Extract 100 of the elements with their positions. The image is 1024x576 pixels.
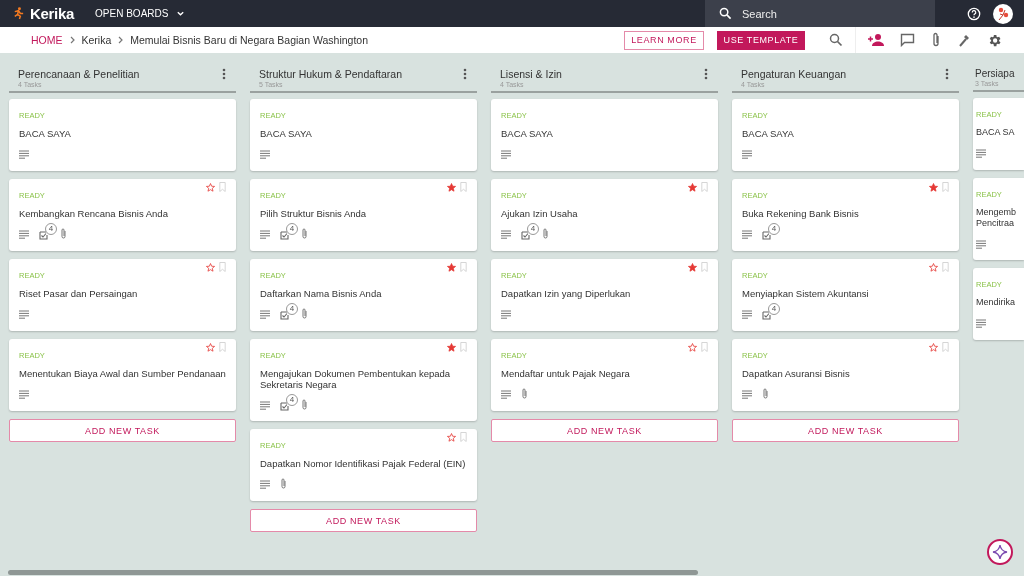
star-filled-icon[interactable] <box>688 262 697 272</box>
checklist-count: 4 <box>286 302 298 315</box>
description-icon <box>976 148 986 158</box>
description-icon <box>501 149 511 159</box>
add-task-button[interactable]: ADD NEW TASK <box>250 509 477 532</box>
star-outline-icon[interactable] <box>206 182 215 192</box>
more-options-icon[interactable] <box>463 68 467 80</box>
attachment-icon <box>542 228 549 240</box>
search-icon <box>719 7 732 20</box>
checklist-icon <box>39 228 50 240</box>
chevron-down-icon <box>176 9 186 18</box>
search-icon[interactable] <box>829 33 843 47</box>
task-title: BACA SAYA <box>19 128 72 139</box>
chevron-right-icon <box>117 36 125 44</box>
task-title: BACA SAYA <box>742 128 795 139</box>
attachment-icon <box>280 478 287 490</box>
description-icon <box>742 309 752 319</box>
checklist-icon <box>521 228 532 240</box>
use-template-button[interactable]: USE TEMPLATE <box>717 30 805 50</box>
add-task-button[interactable]: ADD NEW TASK <box>491 419 718 442</box>
star-filled-icon[interactable] <box>447 262 456 272</box>
task-title: Daftarkan Nama Bisnis Anda <box>260 288 383 299</box>
task-title: Buka Rekening Bank Bisnis <box>742 208 860 219</box>
star-filled-icon[interactable] <box>929 182 938 192</box>
description-icon <box>742 389 752 399</box>
more-options-icon[interactable] <box>222 68 226 80</box>
app-logo[interactable]: Kerika <box>30 5 75 22</box>
checklist-count: 4 <box>286 393 298 406</box>
checklist-icon <box>762 308 773 320</box>
attachment-icon <box>301 228 308 240</box>
sparkle-icon <box>992 544 1008 560</box>
add-person-icon[interactable] <box>868 33 884 47</box>
star-outline-icon[interactable] <box>206 262 215 272</box>
add-task-button[interactable]: ADD NEW TASK <box>732 419 959 442</box>
checklist-count: 4 <box>768 222 780 235</box>
checklist-icon <box>280 399 291 411</box>
task-title: BACA SAYA <box>260 128 313 139</box>
task-title: Menyiapkan Sistem Akuntansi <box>742 288 870 299</box>
comment-icon[interactable] <box>900 33 915 47</box>
help-icon[interactable] <box>967 6 981 21</box>
task-title: Mendirika <box>976 297 1016 308</box>
avatar-icon[interactable] <box>993 3 1013 24</box>
breadcrumb-link[interactable]: Kerika <box>81 34 112 46</box>
checklist-icon <box>762 228 773 240</box>
description-icon <box>260 400 270 410</box>
description-icon <box>19 309 29 319</box>
description-icon <box>976 239 986 249</box>
description-icon <box>742 229 752 239</box>
attachment-icon[interactable] <box>931 32 941 48</box>
column-title: Lisensi & Izin <box>500 68 562 80</box>
task-title: Dapatkan Nomor Identifikasi Pajak Federal (EIN) <box>260 458 467 469</box>
attachment-icon <box>521 388 528 400</box>
checklist-count: 4 <box>527 222 539 235</box>
star-outline-icon[interactable] <box>929 342 938 352</box>
star-outline-icon[interactable] <box>206 342 215 352</box>
description-icon <box>19 389 29 399</box>
star-filled-icon[interactable] <box>688 182 697 192</box>
description-icon <box>19 229 29 239</box>
attachment-icon <box>762 388 769 400</box>
description-icon <box>260 229 270 239</box>
search-field[interactable]: Search <box>705 0 935 27</box>
learn-more-button[interactable]: LEARN MORE <box>624 30 704 50</box>
star-filled-icon[interactable] <box>447 182 456 192</box>
column-title: Persiapa <box>975 68 1015 79</box>
open-boards-menu[interactable]: OPEN BOARDS <box>95 8 186 19</box>
breadcrumb-link[interactable]: HOME <box>31 34 63 46</box>
checklist-count: 4 <box>45 222 57 235</box>
description-icon <box>501 389 511 399</box>
wand-icon[interactable] <box>957 33 971 47</box>
description-icon <box>501 309 511 319</box>
description-icon <box>976 318 986 328</box>
description-icon <box>742 149 752 159</box>
add-task-button[interactable]: ADD NEW TASK <box>9 419 236 442</box>
column-title: Struktur Hukum & Pendaftaran <box>259 68 402 80</box>
star-outline-icon[interactable] <box>688 342 697 352</box>
settings-icon[interactable] <box>987 32 1002 48</box>
assistant-button[interactable] <box>987 539 1013 565</box>
description-icon <box>260 309 270 319</box>
task-title: Dapatkan Asuransi Bisnis <box>742 368 851 379</box>
task-title: Menentukan Biaya Awal dan Sumber Pendanaan <box>19 368 226 379</box>
checklist-count: 4 <box>286 222 298 235</box>
attachment-icon <box>60 228 67 240</box>
column-title: Pengaturan Keuangan <box>741 68 847 80</box>
star-outline-icon[interactable] <box>929 262 938 272</box>
task-title: Riset Pasar dan Persaingan <box>19 288 139 299</box>
task-title: Kembangkan Rencana Bisnis Anda <box>19 208 169 219</box>
more-options-icon[interactable] <box>945 68 949 80</box>
star-filled-icon[interactable] <box>447 342 456 352</box>
checklist-icon <box>280 308 291 320</box>
column-title: Perencanaan & Penelitian <box>18 68 140 80</box>
checklist-icon <box>280 228 291 240</box>
search-input[interactable]: Search <box>740 6 894 21</box>
description-icon <box>19 149 29 159</box>
task-title: Pilih Struktur Bisnis Anda <box>260 208 368 219</box>
chevron-right-icon <box>68 36 76 44</box>
task-title: BACA SA <box>976 127 1016 138</box>
task-title: Mengemb Pencitraa <box>976 207 1018 229</box>
description-icon <box>260 479 270 489</box>
more-options-icon[interactable] <box>704 68 708 80</box>
star-outline-icon[interactable] <box>447 432 456 442</box>
